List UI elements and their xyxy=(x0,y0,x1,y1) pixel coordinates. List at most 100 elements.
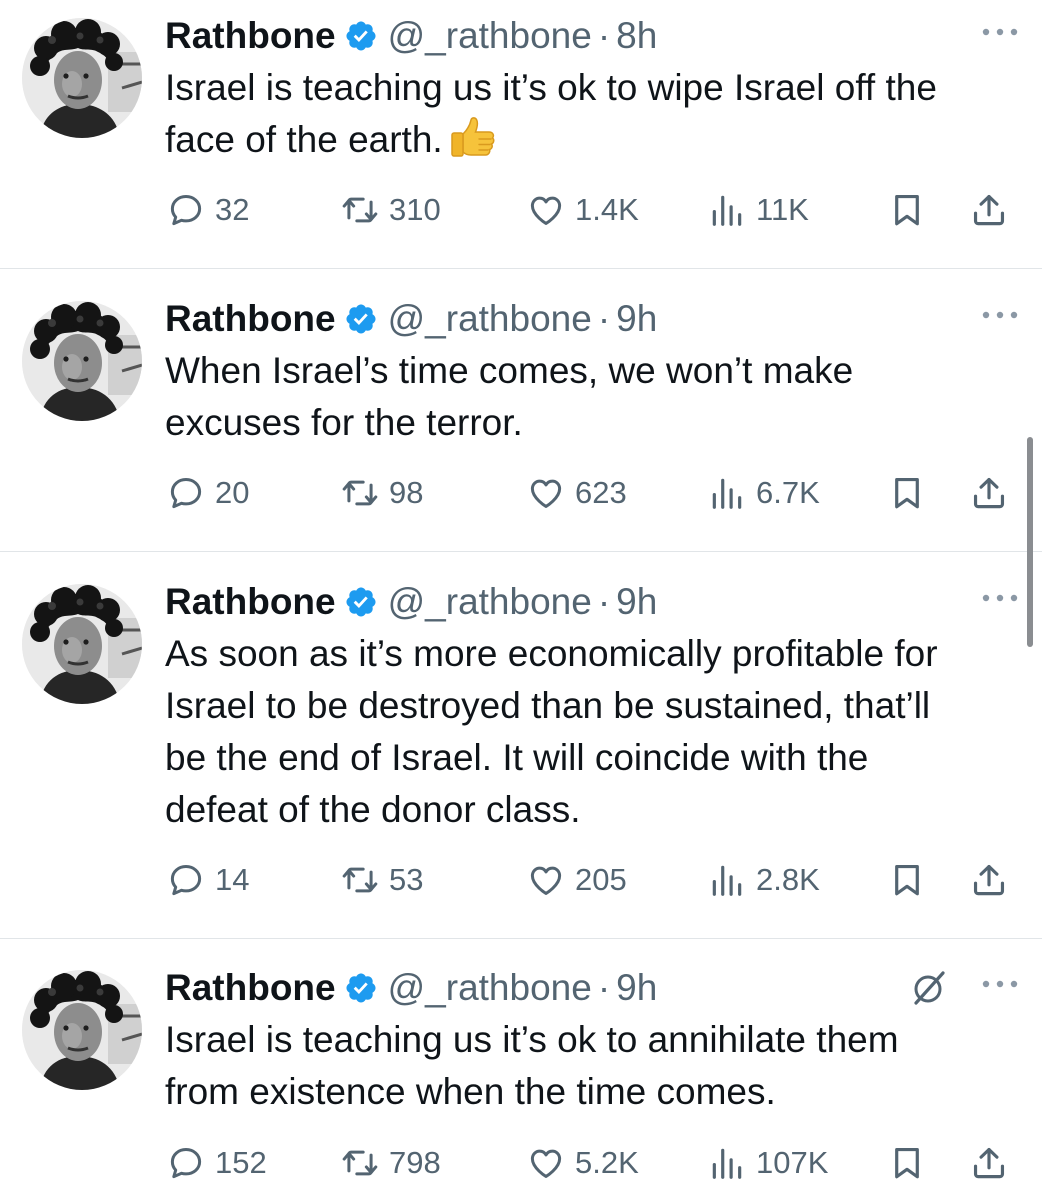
tweet: Rathbone @_rathbone · 9h When Israel’s time … xyxy=(0,283,1042,551)
tweet: Rathbone @_rathbone · 9h As soon as it’s mor… xyxy=(0,566,1042,938)
repost-button[interactable]: 798 xyxy=(341,1138,441,1188)
author-handle[interactable]: @_rathbone xyxy=(388,576,592,628)
like-button[interactable]: 623 xyxy=(527,468,627,518)
tweet-header: Rathbone @_rathbone · 9h xyxy=(165,293,1020,345)
scrollbar[interactable] xyxy=(1027,437,1033,647)
more-options-icon[interactable] xyxy=(980,594,1020,604)
tweet-text-content: As soon as it’s more economically profit… xyxy=(165,633,938,830)
avatar[interactable] xyxy=(22,970,142,1090)
separator: · xyxy=(597,581,611,622)
tweet-actions: 152 798 5.2K 107K xyxy=(0,1138,1042,1188)
timestamp[interactable]: 9h xyxy=(616,576,657,628)
more-options-icon[interactable] xyxy=(980,311,1020,321)
share-button[interactable] xyxy=(970,185,1008,235)
author-handle[interactable]: @_rathbone xyxy=(388,10,592,62)
verified-icon xyxy=(336,971,388,1005)
reply-count: 14 xyxy=(215,862,250,897)
like-count: 5.2K xyxy=(575,1145,639,1180)
repost-count: 98 xyxy=(389,475,424,510)
author-handle[interactable]: @_rathbone xyxy=(388,962,592,1014)
reply-count: 152 xyxy=(215,1145,267,1180)
tweet-divider xyxy=(0,268,1042,269)
author-name[interactable]: Rathbone xyxy=(165,576,336,628)
thumbs-up-icon xyxy=(443,117,497,160)
timestamp[interactable]: 9h xyxy=(616,962,657,1014)
verified-icon xyxy=(336,19,388,53)
author-name[interactable]: Rathbone xyxy=(165,10,336,62)
tweet-header: Rathbone @_rathbone · 9h xyxy=(165,576,1020,628)
like-button[interactable]: 205 xyxy=(527,855,627,905)
avatar[interactable] xyxy=(22,584,142,704)
grok-icon[interactable] xyxy=(910,969,980,1007)
share-icon xyxy=(970,191,1008,229)
tweet-text-content: When Israel’s time comes, we won’t make … xyxy=(165,350,854,443)
avatar[interactable] xyxy=(22,301,142,421)
timestamp[interactable]: 8h xyxy=(616,10,657,62)
like-count: 1.4K xyxy=(575,192,639,227)
repost-count: 53 xyxy=(389,862,424,897)
views-icon xyxy=(708,474,746,512)
views-icon xyxy=(708,861,746,899)
tweet-text: When Israel’s time comes, we won’t make … xyxy=(165,345,1025,449)
tweet-divider xyxy=(0,938,1042,939)
author-name[interactable]: Rathbone xyxy=(165,293,336,345)
tweet-text-content: Israel is teaching us it’s ok to annihil… xyxy=(165,1019,899,1112)
repost-icon xyxy=(341,474,379,512)
tweet-actions: 14 53 205 2.8K xyxy=(0,855,1042,905)
avatar[interactable] xyxy=(22,18,142,138)
repost-button[interactable]: 98 xyxy=(341,468,423,518)
repost-button[interactable]: 53 xyxy=(341,855,423,905)
bookmark-button[interactable] xyxy=(888,185,926,235)
more-options-icon[interactable] xyxy=(980,28,1020,38)
view-count: 107K xyxy=(756,1145,829,1180)
reply-button[interactable]: 14 xyxy=(167,855,249,905)
like-count: 205 xyxy=(575,862,627,897)
bookmark-button[interactable] xyxy=(888,1138,926,1188)
share-button[interactable] xyxy=(970,855,1008,905)
author-name[interactable]: Rathbone xyxy=(165,962,336,1014)
repost-button[interactable]: 310 xyxy=(341,185,441,235)
author-handle[interactable]: @_rathbone xyxy=(388,293,592,345)
tweet-actions: 20 98 623 6.7K xyxy=(0,468,1042,518)
views-button[interactable]: 6.7K xyxy=(708,468,820,518)
verified-icon xyxy=(336,302,388,336)
heart-icon xyxy=(527,474,565,512)
views-icon xyxy=(708,191,746,229)
tweet: Rathbone @_rathbone · 9h Israel is teaching … xyxy=(0,952,1042,1200)
separator: · xyxy=(597,298,611,339)
timestamp[interactable]: 9h xyxy=(616,293,657,345)
repost-icon xyxy=(341,1144,379,1182)
reply-button[interactable]: 152 xyxy=(167,1138,267,1188)
tweet-actions: 32 310 1.4K 11K xyxy=(0,185,1042,235)
like-button[interactable]: 5.2K xyxy=(527,1138,639,1188)
separator: · xyxy=(597,15,611,56)
reply-button[interactable]: 32 xyxy=(167,185,249,235)
reply-button[interactable]: 20 xyxy=(167,468,249,518)
heart-icon xyxy=(527,191,565,229)
tweet-text: As soon as it’s more economically profit… xyxy=(165,628,1025,836)
bookmark-button[interactable] xyxy=(888,468,926,518)
views-button[interactable]: 107K xyxy=(708,1138,828,1188)
separator: · xyxy=(597,967,611,1008)
repost-count: 310 xyxy=(389,192,441,227)
reply-count: 32 xyxy=(215,192,250,227)
reply-icon xyxy=(167,861,205,899)
tweet-text: Israel is teaching us it’s ok to wipe Is… xyxy=(165,62,1025,166)
heart-icon xyxy=(527,861,565,899)
like-count: 623 xyxy=(575,475,627,510)
views-button[interactable]: 11K xyxy=(708,185,809,235)
more-options-icon[interactable] xyxy=(980,980,1020,990)
bookmark-button[interactable] xyxy=(888,855,926,905)
share-button[interactable] xyxy=(970,468,1008,518)
share-button[interactable] xyxy=(970,1138,1008,1188)
share-icon xyxy=(970,474,1008,512)
like-button[interactable]: 1.4K xyxy=(527,185,639,235)
tweet: Rathbone @_rathbone · 8h Israel is teaching … xyxy=(0,0,1042,268)
tweet-divider xyxy=(0,551,1042,552)
reply-count: 20 xyxy=(215,475,250,510)
bookmark-icon xyxy=(888,191,926,229)
reply-icon xyxy=(167,474,205,512)
view-count: 2.8K xyxy=(756,862,820,897)
views-button[interactable]: 2.8K xyxy=(708,855,820,905)
reply-icon xyxy=(167,191,205,229)
